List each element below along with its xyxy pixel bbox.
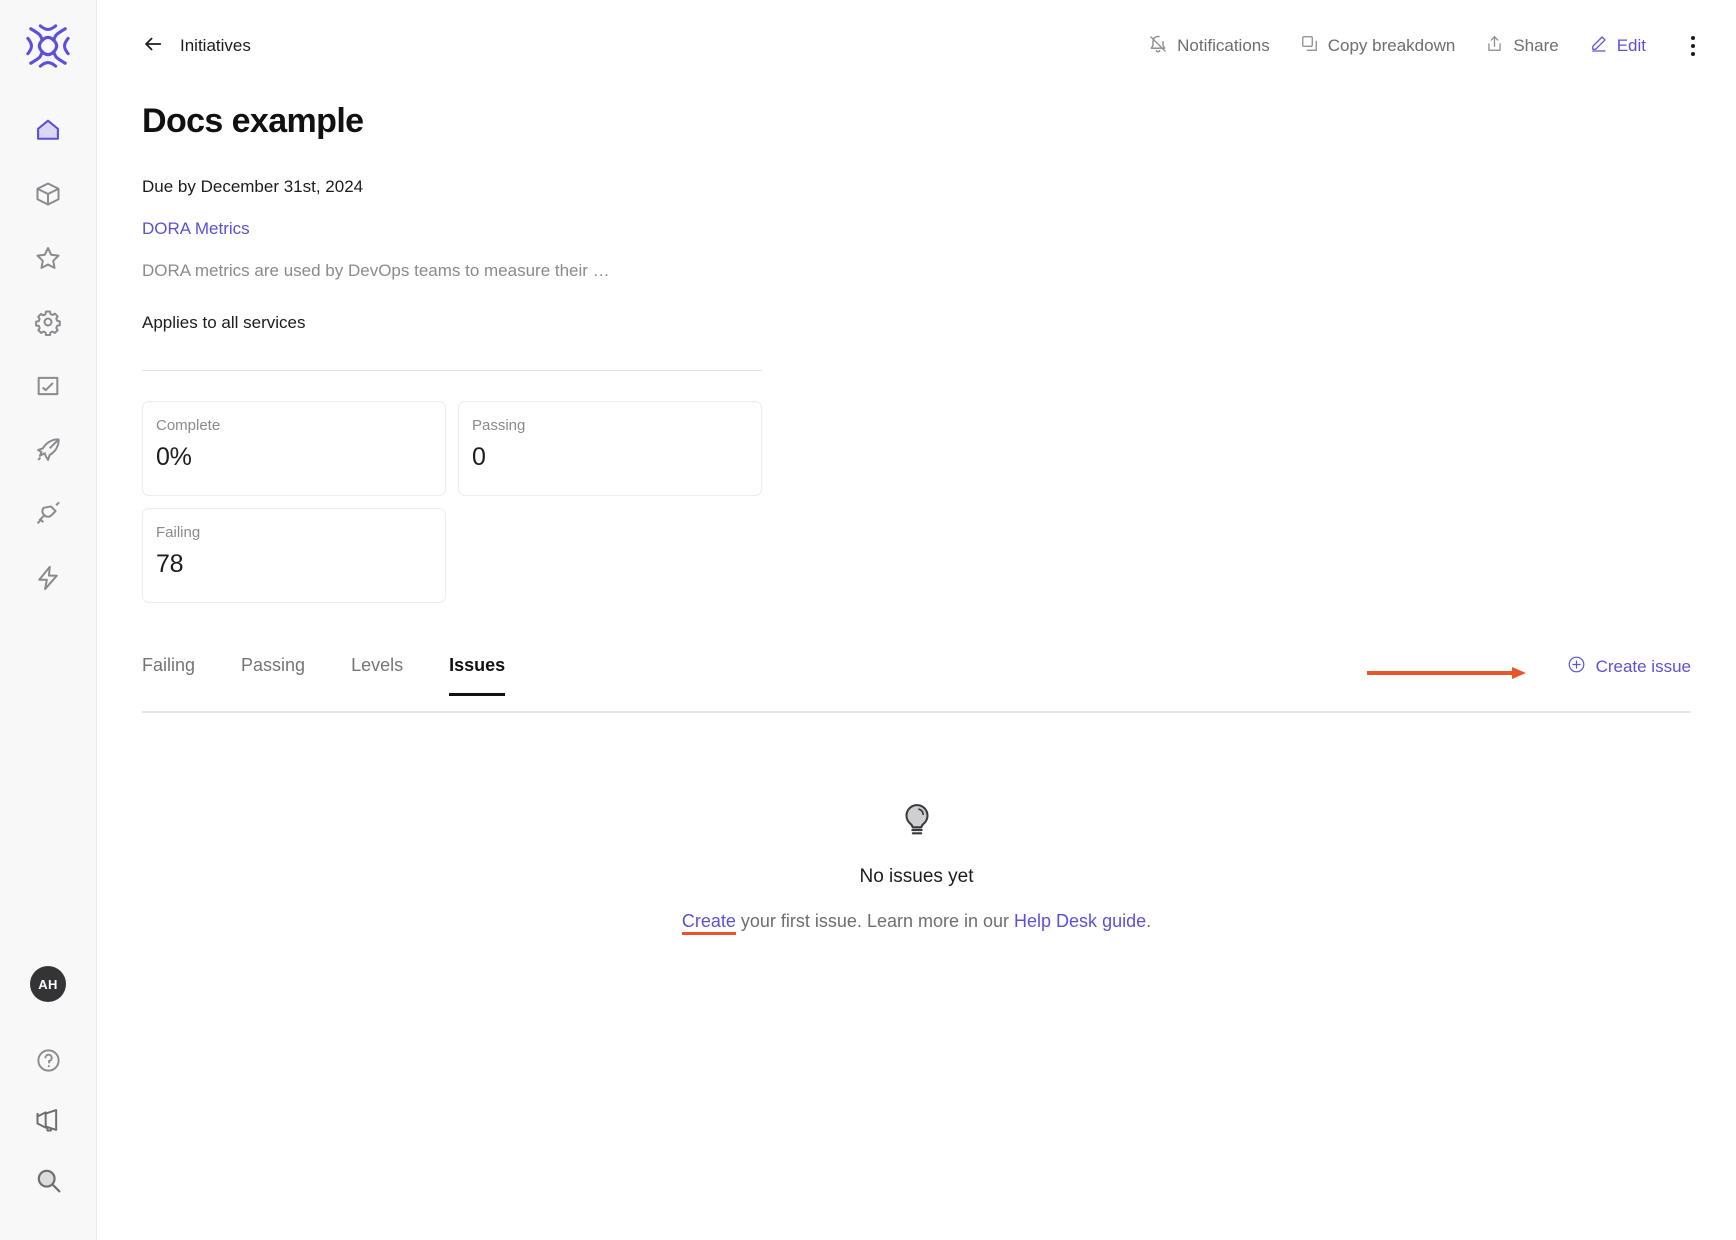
sidebar-item-actions[interactable] bbox=[20, 546, 76, 610]
stat-label: Complete bbox=[156, 417, 221, 434]
stat-card-failing: Failing 78 bbox=[142, 508, 446, 603]
section-divider bbox=[142, 370, 762, 371]
share-button[interactable]: Share bbox=[1485, 34, 1559, 58]
tab-passing[interactable]: Passing bbox=[241, 655, 305, 694]
help-desk-guide-link[interactable]: Help Desk guide bbox=[1014, 911, 1146, 931]
copy-icon bbox=[1300, 34, 1319, 58]
share-label: Share bbox=[1513, 36, 1559, 55]
topbar-actions: Notifications Copy breakdown Share Edit bbox=[1148, 29, 1706, 63]
app-root: AH Initiatives Notifications Copy breakd… bbox=[0, 0, 1736, 1240]
stat-value: 78 bbox=[156, 550, 184, 578]
avatar[interactable]: AH bbox=[30, 966, 66, 1002]
empty-state-text-middle: your first issue. Learn more in our bbox=[735, 911, 1015, 931]
stat-card-passing: Passing 0 bbox=[458, 401, 762, 496]
sidebar-item-search[interactable] bbox=[20, 1150, 76, 1210]
sidebar-item-integrations[interactable] bbox=[20, 482, 76, 546]
page-content: Docs example Due by December 31st, 2024 … bbox=[97, 102, 1736, 935]
tabs-bar: Failing Passing Levels Issues Create iss… bbox=[142, 655, 1691, 713]
sidebar-nav-top bbox=[20, 98, 76, 610]
top-bar: Initiatives Notifications Copy breakdown… bbox=[97, 0, 1736, 92]
avatar-initials: AH bbox=[38, 976, 58, 992]
sidebar-item-settings[interactable] bbox=[20, 290, 76, 354]
stat-label: Passing bbox=[472, 417, 526, 434]
sidebar-item-initiatives[interactable] bbox=[20, 354, 76, 418]
sidebar-item-announcements[interactable] bbox=[20, 1090, 76, 1150]
sidebar-item-home[interactable] bbox=[20, 98, 76, 162]
kebab-menu-icon[interactable] bbox=[1680, 29, 1706, 63]
copy-breakdown-button[interactable]: Copy breakdown bbox=[1300, 34, 1456, 58]
copy-breakdown-label: Copy breakdown bbox=[1327, 36, 1456, 55]
page-title: Docs example bbox=[142, 102, 364, 140]
pencil-icon bbox=[1589, 34, 1608, 58]
tab-failing[interactable]: Failing bbox=[142, 655, 195, 694]
due-date: Due by December 31st, 2024 bbox=[142, 177, 364, 196]
ruleset-link[interactable]: DORA Metrics bbox=[142, 219, 250, 239]
create-issue-button[interactable]: Create issue bbox=[1567, 655, 1691, 679]
empty-state: No issues yet Create your first issue. L… bbox=[142, 801, 1691, 935]
share-icon bbox=[1485, 34, 1504, 58]
stat-value: 0 bbox=[472, 443, 486, 471]
tab-issues[interactable]: Issues bbox=[449, 655, 506, 696]
left-sidebar: AH bbox=[0, 0, 97, 1240]
annotation-arrow bbox=[1367, 667, 1526, 679]
edit-button[interactable]: Edit bbox=[1589, 34, 1646, 58]
cortex-logo[interactable] bbox=[22, 20, 74, 72]
sidebar-item-scorecards[interactable] bbox=[20, 226, 76, 290]
notifications-button[interactable]: Notifications bbox=[1148, 34, 1270, 59]
stat-value: 0% bbox=[156, 443, 192, 471]
lightbulb-icon bbox=[898, 801, 936, 844]
empty-state-subtitle: Create your first issue. Learn more in o… bbox=[681, 911, 1152, 935]
arrow-left-icon bbox=[142, 33, 164, 60]
create-link[interactable]: Create bbox=[681, 911, 736, 935]
ruleset-description: DORA metrics are used by DevOps teams to… bbox=[142, 261, 610, 280]
sidebar-item-help[interactable] bbox=[20, 1030, 76, 1090]
plus-circle-icon bbox=[1567, 655, 1586, 679]
main-area: Initiatives Notifications Copy breakdown… bbox=[97, 0, 1736, 1240]
sidebar-item-catalog[interactable] bbox=[20, 162, 76, 226]
back-to-initiatives[interactable]: Initiatives bbox=[142, 33, 251, 60]
empty-state-text-end: . bbox=[1146, 911, 1152, 931]
sidebar-item-launch[interactable] bbox=[20, 418, 76, 482]
create-issue-label: Create issue bbox=[1595, 657, 1691, 676]
stat-card-complete: Complete 0% bbox=[142, 401, 446, 496]
edit-label: Edit bbox=[1616, 36, 1646, 55]
stat-label: Failing bbox=[156, 524, 201, 541]
tab-levels[interactable]: Levels bbox=[351, 655, 403, 694]
bell-off-icon bbox=[1148, 34, 1168, 59]
notifications-label: Notifications bbox=[1177, 36, 1270, 55]
empty-state-title: No issues yet bbox=[859, 866, 974, 887]
breadcrumb: Initiatives bbox=[180, 36, 251, 55]
sidebar-nav-bottom: AH bbox=[20, 966, 76, 1240]
applies-to-text: Applies to all services bbox=[142, 313, 306, 332]
stat-cards: Complete 0% Passing 0 Failing 78 bbox=[142, 401, 762, 603]
